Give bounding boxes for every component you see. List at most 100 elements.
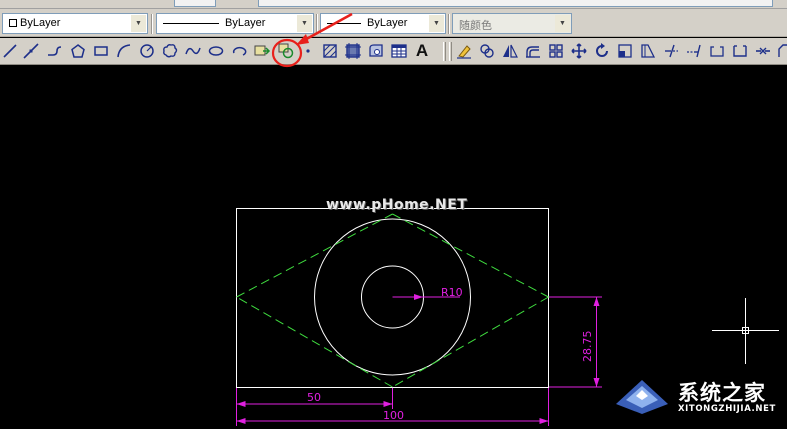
upper-toolbar-strip [0,0,787,9]
multiline-text-tool[interactable]: A [412,41,432,61]
mirror-icon [503,44,518,58]
scale-icon [618,44,632,58]
revision-cloud-icon [163,44,178,58]
construction-line-tool[interactable] [21,41,41,61]
point-tool[interactable] [298,41,318,61]
make-block-tool[interactable] [276,41,296,61]
rectangle-tool[interactable] [91,41,111,61]
web-watermark: www.pHome.NET [326,197,468,213]
move-tool[interactable] [569,41,589,61]
chamfer-tool[interactable] [775,41,787,61]
insert-block-tool[interactable] [252,41,272,61]
chamfer-icon [778,44,787,57]
radius-label: R10 [441,286,463,299]
join-tool[interactable] [753,41,773,61]
toolbar-grip[interactable] [449,42,452,61]
arc-icon [117,44,131,58]
ellipse-icon [208,46,224,56]
lineweight-sample [327,23,361,24]
rotate-tool[interactable] [592,41,612,61]
copy-icon [480,44,494,58]
height-dimension[interactable]: 28.75 [549,296,602,388]
make-block-icon [278,43,294,59]
move-icon [571,43,587,59]
plotstyle-control-dropdown[interactable]: 随颜色 ▼ [452,13,572,34]
extend-tool[interactable] [684,41,704,61]
linetype-sample [163,23,219,24]
spline-icon [185,47,201,55]
chevron-down-icon[interactable]: ▼ [297,15,312,32]
full-width-label: 100 [383,409,404,422]
polyline-icon [48,46,62,56]
offset-icon [526,46,540,58]
line-tool[interactable] [0,41,20,61]
break-icon [733,45,747,57]
clipped-control[interactable] [258,0,773,7]
toolbar-separator [316,14,318,34]
chevron-down-icon[interactable]: ▼ [555,15,570,32]
lineweight-control-value: ByLayer [367,17,408,29]
linetype-control-value: ByLayer [225,17,266,29]
array-icon [549,44,563,58]
linetype-control-dropdown[interactable]: ByLayer ▼ [156,13,314,34]
properties-toolbar: ByLayer ▼ ByLayer ▼ ByLayer ▼ 随颜色 ▼ [0,9,787,37]
lineweight-control-dropdown[interactable]: ByLayer ▼ [320,13,446,34]
toolbar-separator [151,14,153,34]
plotstyle-control-value: 随颜色 [459,20,492,32]
break-tool[interactable] [730,41,750,61]
outer-rectangle[interactable] [236,208,549,388]
line-icon [3,44,17,58]
text-icon: A [415,41,429,60]
table-tool[interactable] [389,41,409,61]
trim-tool[interactable] [661,41,681,61]
scale-tool[interactable] [615,41,635,61]
mirror-tool[interactable] [500,41,520,61]
draw-modify-toolbar: A [0,38,787,65]
trim-icon [665,44,678,58]
toolbar-grip[interactable] [443,42,446,61]
ellipse-tool[interactable] [206,41,226,61]
circle-icon [140,44,154,58]
radius-dimension[interactable]: R10 [392,286,463,300]
offset-tool[interactable] [523,41,543,61]
crosshair-cursor-icon [712,298,779,364]
polygon-tool[interactable] [68,41,88,61]
ellipse-arc-tool[interactable] [229,41,249,61]
drawing-canvas[interactable]: R10 28.75 50 100 www.pHome.NET 系统之家 XITO… [0,66,787,429]
stretch-icon [641,44,656,58]
circle-tool[interactable] [137,41,157,61]
insert-block-icon [254,45,271,56]
hatch-icon [323,44,337,58]
erase-tool[interactable] [454,41,474,61]
copy-tool[interactable] [477,41,497,61]
construction-rhombus[interactable] [236,213,549,388]
chevron-down-icon[interactable]: ▼ [429,15,444,32]
stretch-tool[interactable] [638,41,658,61]
half-width-label: 50 [307,391,321,404]
brand-watermark: 系统之家 XITONGZHIJIA.NET [612,374,784,428]
gradient-tool[interactable] [343,41,363,61]
rotate-icon [596,43,608,57]
hatch-tool[interactable] [320,41,340,61]
spline-tool[interactable] [183,41,203,61]
table-icon [391,44,407,58]
revision-cloud-tool[interactable] [160,41,180,61]
chevron-down-icon[interactable]: ▼ [131,15,146,32]
polygon-icon [71,44,85,58]
color-control-value: ByLayer [20,17,61,29]
gradient-icon [345,43,361,59]
break-at-point-icon [710,46,724,57]
color-control-dropdown[interactable]: ByLayer ▼ [2,13,148,34]
construction-line-icon [23,43,39,59]
array-tool[interactable] [546,41,566,61]
clipped-control[interactable] [174,0,216,7]
arc-tool[interactable] [114,41,134,61]
ellipse-arc-icon [232,46,247,56]
toolbar-separator [448,14,450,34]
color-swatch-icon [9,19,17,27]
break-at-point-tool[interactable] [707,41,727,61]
half-width-dimension[interactable]: 50 [236,388,393,409]
region-tool[interactable] [366,41,386,61]
brand-logo-icon [616,380,668,414]
polyline-tool[interactable] [45,41,65,61]
